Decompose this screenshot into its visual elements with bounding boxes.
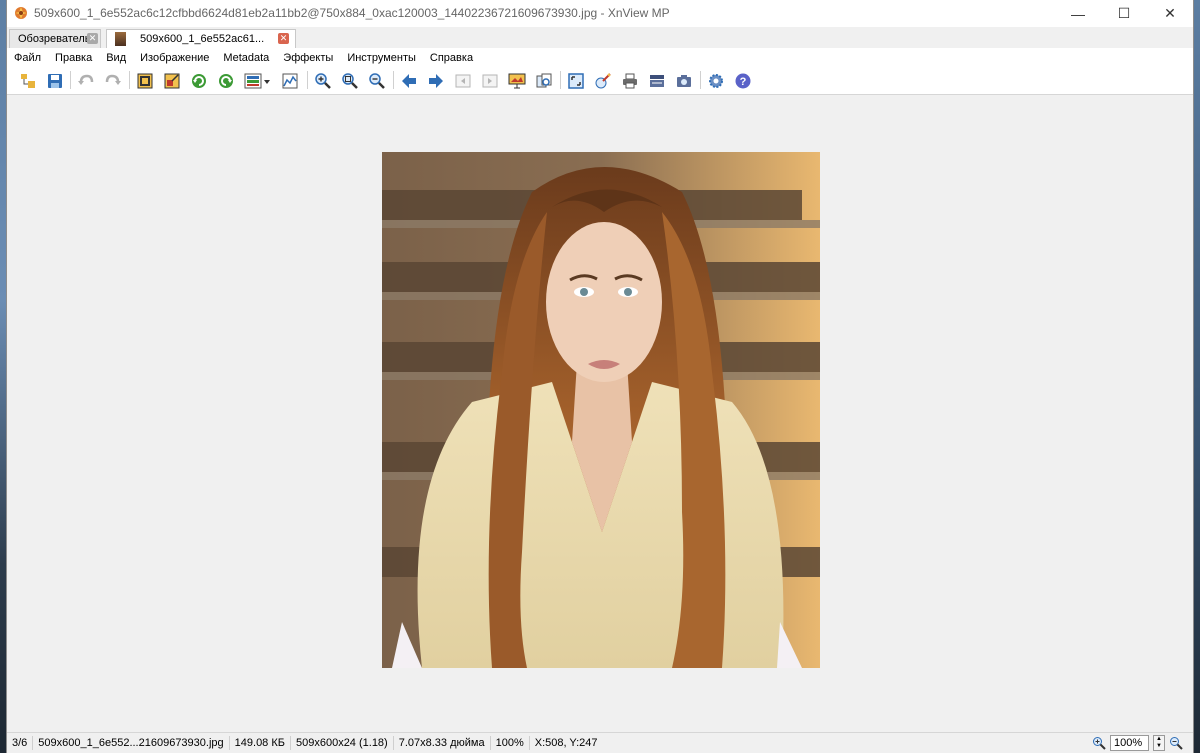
displayed-photo (382, 152, 820, 668)
rotate-left-icon[interactable] (188, 70, 210, 91)
tab-image[interactable]: 509x600_1_6e552ac61... ✕ (106, 29, 296, 48)
desktop-background-right (1194, 0, 1200, 753)
next-icon[interactable] (425, 70, 447, 91)
scanner-icon[interactable] (646, 70, 668, 91)
xnview-app-icon (15, 7, 27, 19)
toolbar-separator (307, 71, 308, 89)
settings-icon[interactable] (705, 70, 727, 91)
browser-tree-icon[interactable] (17, 70, 39, 91)
tab-label: 509x600_1_6e552ac61... (140, 33, 265, 45)
svg-text:?: ? (740, 76, 747, 88)
menu-edit[interactable]: Правка (48, 52, 99, 64)
tab-label: Обозреватель (18, 33, 91, 45)
last-icon[interactable] (479, 70, 501, 91)
status-bar: 3/6 509x600_1_6e552...21609673930.jpg 14… (7, 732, 1193, 753)
menu-bar: Файл Правка Вид Изображение Metadata Эфф… (7, 48, 1193, 67)
edit-icon[interactable] (592, 70, 614, 91)
print-icon[interactable] (619, 70, 641, 91)
tab-bar: Обозреватель ✕ 509x600_1_6e552ac61... ✕ (7, 27, 1193, 49)
status-filesize: 149.08 КБ (230, 736, 291, 750)
image-thumbnail-icon (115, 32, 126, 46)
minimize-button[interactable]: — (1055, 0, 1101, 27)
zoom-fit-icon[interactable] (339, 70, 361, 91)
xnview-window: 509x600_1_6e552ac6c12cfbbd6624d81eb2a11b… (6, 0, 1194, 753)
status-zoom-percent: 100% (491, 736, 530, 750)
slideshow-icon[interactable] (506, 70, 528, 91)
menu-metadata[interactable]: Metadata (216, 52, 276, 64)
status-filename: 509x600_1_6e552...21609673930.jpg (33, 736, 230, 750)
help-icon[interactable]: ? (732, 70, 754, 91)
menu-effects[interactable]: Эффекты (276, 52, 340, 64)
color-adjust-icon[interactable] (242, 70, 274, 91)
menu-view[interactable]: Вид (99, 52, 133, 64)
status-index: 3/6 (7, 736, 34, 750)
compare-icon[interactable] (533, 70, 555, 91)
undo-icon[interactable] (75, 70, 97, 91)
tab-close-icon[interactable]: ✕ (278, 33, 289, 44)
zoom-in-small-icon[interactable] (1092, 736, 1106, 750)
tab-browser[interactable]: Обозреватель ✕ (9, 29, 101, 48)
status-dimensions: 509x600x24 (1.18) (291, 736, 394, 750)
previous-icon[interactable] (398, 70, 420, 91)
zoom-out-icon[interactable] (366, 70, 388, 91)
menu-help[interactable]: Справка (423, 52, 480, 64)
redo-icon[interactable] (102, 70, 124, 91)
toolbar-separator (129, 71, 130, 89)
toolbar-separator (393, 71, 394, 89)
toolbar-separator (70, 71, 71, 89)
status-coordinates: X:508, Y:247 (534, 737, 598, 749)
tab-close-icon[interactable]: ✕ (87, 33, 98, 44)
toolbar-separator (700, 71, 701, 89)
rotate-right-icon[interactable] (215, 70, 237, 91)
first-icon[interactable] (452, 70, 474, 91)
camera-icon[interactable] (673, 70, 695, 91)
title-bar[interactable]: 509x600_1_6e552ac6c12cfbbd6624d81eb2a11b… (7, 0, 1193, 27)
crop-icon[interactable] (134, 70, 156, 91)
status-print-size: 7.07x8.33 дюйма (394, 736, 491, 750)
image-viewer-area[interactable] (7, 95, 1193, 733)
resize-icon[interactable] (161, 70, 183, 91)
toolbar: ? (7, 67, 1193, 95)
zoom-in-icon[interactable] (312, 70, 334, 91)
zoom-input[interactable]: 100% (1110, 735, 1149, 751)
toolbar-separator (560, 71, 561, 89)
zoom-control: 100% ▲ ▼ (1092, 735, 1183, 751)
menu-file[interactable]: Файл (7, 52, 48, 64)
zoom-spinner[interactable]: ▲ ▼ (1153, 735, 1165, 751)
menu-tools[interactable]: Инструменты (340, 52, 423, 64)
close-button[interactable]: ✕ (1147, 0, 1193, 27)
zoom-out-small-icon[interactable] (1169, 736, 1183, 750)
save-icon[interactable] (44, 70, 66, 91)
fullscreen-icon[interactable] (565, 70, 587, 91)
histogram-icon[interactable] (279, 70, 301, 91)
menu-image[interactable]: Изображение (133, 52, 216, 64)
maximize-button[interactable]: ☐ (1101, 0, 1147, 27)
window-title: 509x600_1_6e552ac6c12cfbbd6624d81eb2a11b… (34, 6, 670, 20)
